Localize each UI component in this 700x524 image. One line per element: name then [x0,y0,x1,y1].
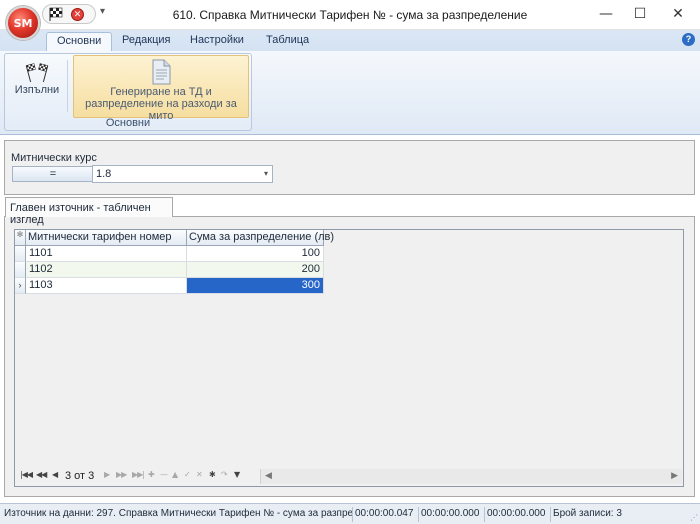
cancel-icon: ✕ [196,470,203,479]
data-navigator: |◀◀ ◀◀ ◀ 3 от 3 ▶ ▶▶ ▶▶| ✚ — ▲ ✓ ✕ ✱ ↷ ▼… [16,468,682,485]
goto-bookmark-icon: ↷ [221,470,228,479]
maximize-button[interactable]: ☐ [622,0,658,28]
prev-page-icon[interactable]: ◀◀ [36,470,47,479]
confirm-icon: ✓ [184,470,191,479]
cell-tariff-number[interactable]: 1101 [26,246,187,262]
application-menu-button[interactable]: SM [6,6,40,40]
ribbon-separator [67,60,68,112]
customs-rate-label: Митнически курс [11,152,97,164]
tab-tablitsa[interactable]: Таблица [256,32,319,51]
generate-customs-declaration-button[interactable]: Генериране на ТД и разпределение на разх… [73,55,249,122]
column-header-amount[interactable]: Сума за разпределение (лв) [187,230,334,246]
tab-redaktsiya[interactable]: Редакция [112,32,180,51]
horizontal-scrollbar[interactable]: ◀ ▶ [260,469,682,484]
ribbon-tab-strip: Основни Редакция Настройки Таблица [0,30,700,51]
scroll-right-icon[interactable]: ▶ [671,470,678,481]
data-grid: ✻ Митнически тарифен номер Сума за разпр… [14,229,684,487]
tab-osnovni[interactable]: Основни [46,32,113,51]
run-button-label: Изпълни [14,84,60,96]
grid-indicator-header[interactable]: ✻ [15,230,26,246]
status-data-source: Източник на данни: 297. Справка Митничес… [4,508,352,519]
row-indicator[interactable] [15,262,26,278]
document-icon [152,59,171,85]
status-time-2: 00:00:00.000 [418,507,484,522]
operator-button[interactable]: = [12,166,94,182]
customs-rate-combo[interactable]: 1.8 ▾ [92,165,273,183]
cell-tariff-number[interactable]: 1103 [26,278,187,294]
bookmark-icon[interactable]: ✱ [209,470,216,479]
scroll-left-icon[interactable]: ◀ [265,470,272,481]
cell-amount[interactable]: 100 [187,246,324,262]
app-logo-text: SM [13,17,33,30]
filter-icon[interactable]: ▼ [234,470,240,479]
cell-tariff-number[interactable]: 1102 [26,262,187,278]
close-button[interactable]: ✕ [660,0,696,28]
column-header-tariff-number[interactable]: Митнически тарифен номер [26,230,187,246]
cell-amount[interactable]: 200 [187,262,324,278]
row-indicator[interactable] [15,246,26,262]
current-row-indicator[interactable]: › [15,278,26,294]
edit-icon: ▲ [172,470,178,479]
last-record-icon: ▶▶| [132,470,145,479]
next-record-icon: ▶ [104,470,110,479]
help-icon[interactable]: ? [682,33,695,46]
tab-nastroyki[interactable]: Настройки [180,32,254,51]
title-bar: ✕ ▾ 610. Справка Митнически Тарифен № - … [0,0,700,30]
status-time-1: 00:00:00.047 [352,507,418,522]
run-button[interactable]: Изпълни [9,56,65,112]
minimize-button[interactable]: — [588,0,624,28]
ribbon-group-osnovni: Изпълни Генериране на ТД и разпределение… [4,53,252,131]
ribbon-group-label: Основни [105,117,151,129]
status-bar: Източник на данни: 297. Справка Митничес… [0,503,700,524]
cell-amount-selected[interactable]: 300 [187,278,324,294]
ribbon-panel: Изпълни Генериране на ТД и разпределение… [0,51,700,135]
first-record-icon[interactable]: |◀◀ [20,470,33,479]
status-record-count: Брой записи: 3 [550,507,690,522]
tab-main-source-table-view[interactable]: Главен източник - табличен изглед [5,197,173,226]
resize-grip-icon[interactable]: ⋰ [690,513,698,522]
append-icon: ✚ [148,470,155,479]
customs-rate-value: 1.8 [96,168,112,180]
chevron-down-icon[interactable]: ▾ [264,169,268,178]
status-time-3: 00:00:00.000 [484,507,550,522]
generate-label-line1: Генериране на ТД и [110,86,212,98]
remove-icon: — [160,470,168,479]
navigator-position: 3 от 3 [65,470,95,482]
next-page-icon: ▶▶ [116,470,127,479]
parameter-panel: Митнически курс = 1.8 ▾ [4,140,695,195]
prev-record-icon[interactable]: ◀ [52,470,58,479]
checkered-flags-icon [25,63,49,82]
